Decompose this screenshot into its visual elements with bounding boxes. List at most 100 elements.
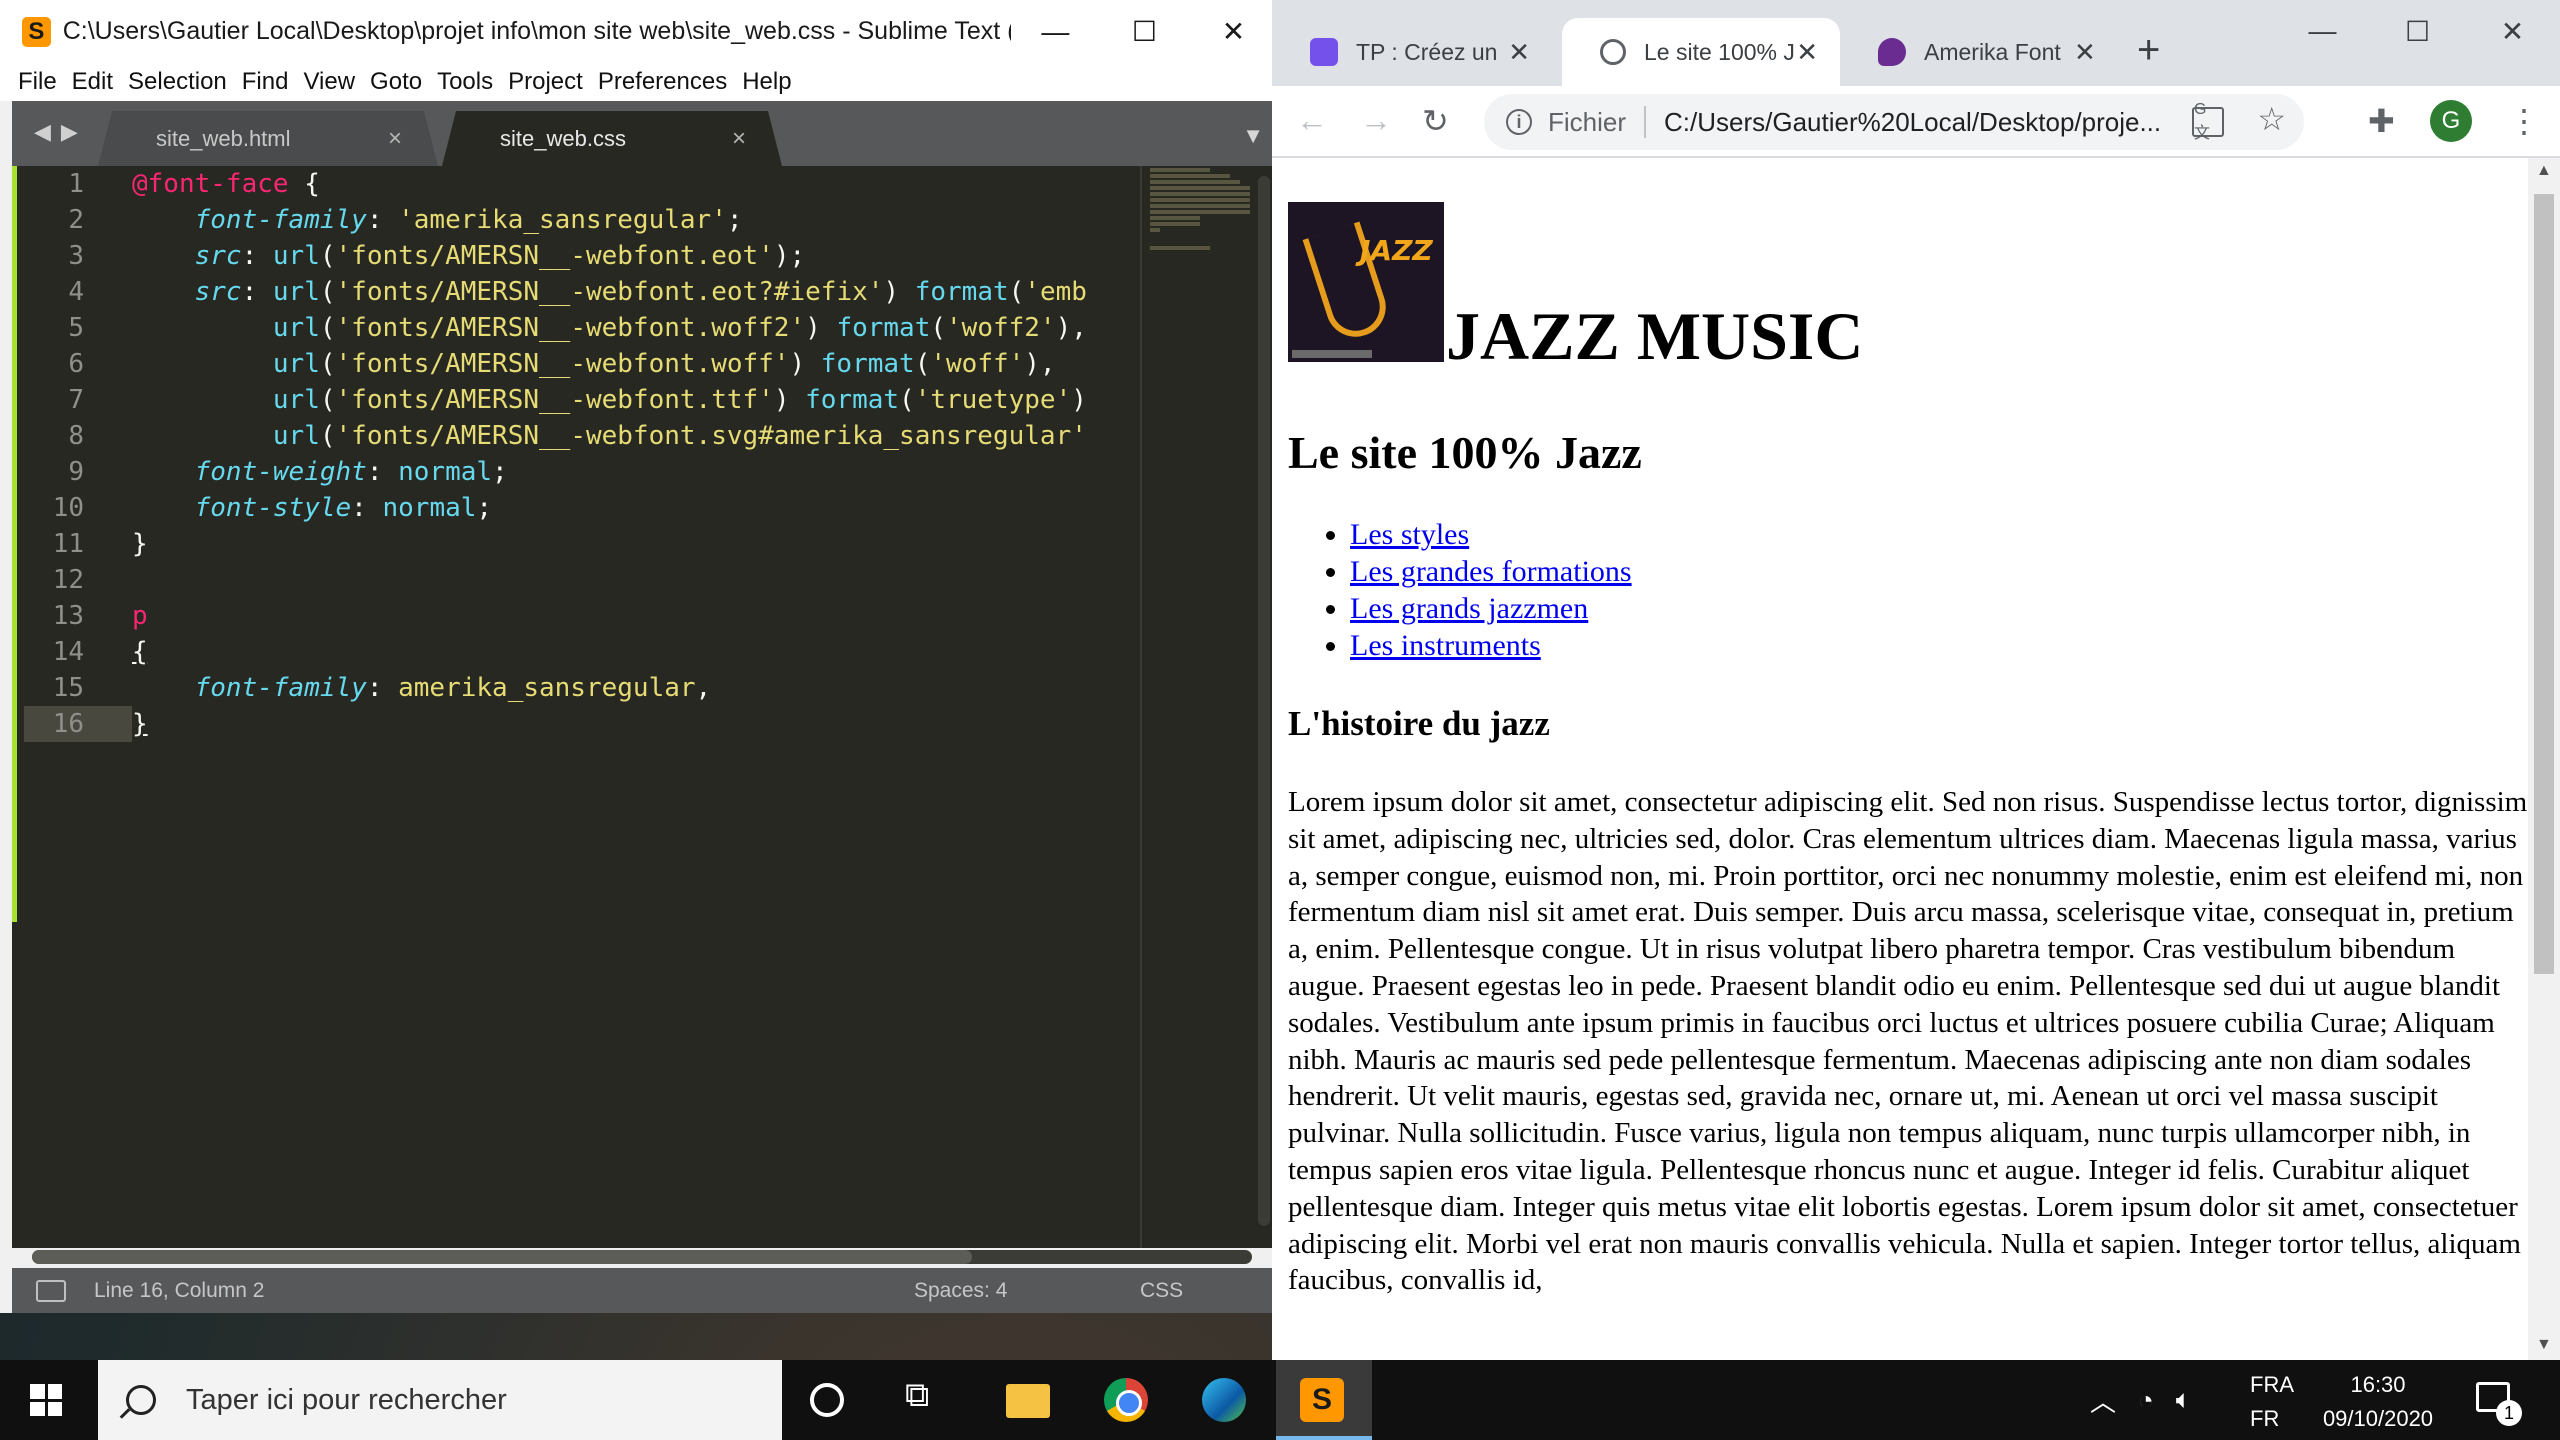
globe-icon <box>1600 39 1626 65</box>
back-arrow-icon[interactable]: ← <box>1296 102 1328 139</box>
info-icon[interactable]: i <box>1506 109 1532 135</box>
tab-close-icon[interactable]: × <box>388 125 402 153</box>
menu-find[interactable]: Find <box>242 68 289 96</box>
windows-start-icon[interactable] <box>30 1384 62 1416</box>
minimap[interactable] <box>1140 166 1270 1248</box>
fontsquirrel-icon <box>1878 38 1906 66</box>
nav-item: Les grandes formations <box>1350 553 1632 590</box>
browser-tab-openclassrooms[interactable]: TP : Créez un ✕ <box>1272 18 1552 86</box>
profile-avatar[interactable]: G <box>2430 100 2472 142</box>
nav-link-styles[interactable]: Les styles <box>1350 518 1469 551</box>
minimize-button[interactable]: — <box>2275 0 2370 62</box>
cortana-icon[interactable] <box>810 1383 844 1417</box>
browser-tab-active[interactable]: Le site 100% J ✕ <box>1562 18 1840 86</box>
scrollbar-thumb[interactable] <box>32 1250 972 1264</box>
chrome-toolbar: ← → ↻ i Fichier C:/Users/Gautier%20Local… <box>1272 86 2560 158</box>
show-hidden-icons-chevron-icon[interactable]: ︿ <box>2090 1382 2116 1419</box>
maximize-button[interactable]: ☐ <box>2370 0 2465 62</box>
nav-item: Les instruments <box>1350 627 1632 664</box>
minimap-line <box>1150 186 1250 190</box>
taskbar-search-box[interactable]: Taper ici pour rechercher <box>98 1360 782 1440</box>
line-number: 6 <box>68 349 84 379</box>
minimap-line <box>1150 174 1230 178</box>
code-line: { <box>132 637 148 667</box>
nav-link-jazzmen[interactable]: Les grands jazzmen <box>1350 592 1588 625</box>
minimap-line <box>1150 210 1250 214</box>
tab-close-icon[interactable]: ✕ <box>1508 37 1530 68</box>
more-menu-icon[interactable]: ⋮ <box>2508 102 2540 140</box>
line-number: 11 <box>52 529 84 559</box>
url-text[interactable]: C:/Users/Gautier%20Local/Desktop/proje..… <box>1664 107 2224 138</box>
sublime-text-icon: S <box>1300 1378 1344 1422</box>
menu-edit[interactable]: Edit <box>72 68 113 96</box>
sublime-statusbar: Line 16, Column 2 Spaces: 4 CSS <box>12 1268 1278 1313</box>
taskbar-sublime-active[interactable]: S <box>1276 1360 1372 1440</box>
scrollbar-thumb[interactable] <box>2534 194 2554 974</box>
minimap-line <box>1150 180 1240 184</box>
volume-icon[interactable]: 🔈︎ <box>2176 1384 2192 1416</box>
file-explorer-icon[interactable] <box>1006 1384 1050 1418</box>
section-heading: L'histoire du jazz <box>1288 704 1550 743</box>
tab-label: site_web.css <box>500 125 626 151</box>
site-nav-list: Les styles Les grandes formations Les gr… <box>1350 516 1632 664</box>
minimap-line <box>1150 204 1250 208</box>
indentation-setting[interactable]: Spaces: 4 <box>914 1279 1007 1303</box>
site-subtitle: Le site 100% Jazz <box>1288 427 1642 478</box>
taskbar-clock[interactable]: 16:30 09/10/2020 <box>2318 1368 2438 1436</box>
address-bar[interactable]: i Fichier C:/Users/Gautier%20Local/Deskt… <box>1484 94 2304 150</box>
sublime-titlebar[interactable]: S C:\Users\Gautier Local\Desktop\projet … <box>0 0 1278 63</box>
minimize-button[interactable]: — <box>1011 0 1100 63</box>
new-tab-plus-icon[interactable]: + <box>2137 28 2160 73</box>
bookmark-star-icon[interactable]: ☆ <box>2257 100 2286 138</box>
network-wifi-icon[interactable]: ◔ <box>2138 1385 2154 1416</box>
windows-taskbar: Taper ici pour rechercher ⧉ S ︿ ◔ 🔈︎ FRA… <box>0 1360 2560 1440</box>
code-line: url('fonts/AMERSN__-webfont.woff') forma… <box>272 349 1056 379</box>
tab-close-icon[interactable]: × <box>732 125 746 153</box>
code-line: src: url('fonts/AMERSN__-webfont.eot'); <box>194 241 806 271</box>
tab-nav-arrows-icon[interactable]: ◀▶ <box>34 119 88 145</box>
input-language-indicator[interactable]: FRA FR <box>2250 1368 2294 1436</box>
menu-selection[interactable]: Selection <box>128 68 227 96</box>
chrome-icon[interactable] <box>1104 1378 1148 1422</box>
editor-horizontal-scrollbar[interactable] <box>32 1250 1252 1264</box>
code-line: font-family: 'amerika_sansregular'; <box>194 205 743 235</box>
close-button[interactable]: ✕ <box>1189 0 1278 63</box>
menu-file[interactable]: File <box>18 68 57 96</box>
tab-site-web-css[interactable]: site_web.css × <box>442 111 782 166</box>
menu-help[interactable]: Help <box>742 68 791 96</box>
line-number: 5 <box>68 313 84 343</box>
translate-icon[interactable]: G文 <box>2192 101 2224 142</box>
nav-link-instruments[interactable]: Les instruments <box>1350 629 1541 662</box>
menu-goto[interactable]: Goto <box>370 68 422 96</box>
menu-project[interactable]: Project <box>508 68 583 96</box>
syntax-mode[interactable]: CSS <box>1140 1279 1183 1303</box>
search-placeholder: Taper ici pour rechercher <box>186 1383 507 1416</box>
close-button[interactable]: ✕ <box>2465 0 2560 62</box>
scroll-down-arrow-icon[interactable]: ▼ <box>2536 1336 2552 1354</box>
tab-close-icon[interactable]: ✕ <box>1796 37 1818 68</box>
scheme-label: Fichier <box>1548 106 1627 137</box>
menu-preferences[interactable]: Preferences <box>598 68 727 96</box>
jazz-logo-image: JAZZ <box>1288 202 1444 362</box>
page-vertical-scrollbar[interactable]: ▲ ▼ <box>2528 158 2560 1360</box>
nav-link-formations[interactable]: Les grandes formations <box>1350 555 1632 588</box>
edge-icon[interactable] <box>1202 1378 1246 1422</box>
extensions-puzzle-icon[interactable]: ✚ <box>2368 102 2395 140</box>
code-line: font-family: amerika_sansregular, <box>194 673 712 703</box>
panel-toggle-icon[interactable] <box>36 1279 66 1302</box>
tab-site-web-html[interactable]: site_web.html × <box>98 111 438 166</box>
task-view-icon[interactable]: ⧉ <box>905 1376 949 1420</box>
code-area[interactable]: @font-face { font-family: 'amerika_sansr… <box>132 166 1142 1248</box>
maximize-button[interactable]: ☐ <box>1100 0 1189 63</box>
cursor-position[interactable]: Line 16, Column 2 <box>94 1279 264 1303</box>
chrome-tabstrip: TP : Créez un ✕ Le site 100% J ✕ Amerika… <box>1272 0 2560 86</box>
menu-view[interactable]: View <box>303 68 355 96</box>
forward-arrow-icon[interactable]: → <box>1360 102 1392 139</box>
reload-icon[interactable]: ↻ <box>1422 102 1449 140</box>
scroll-up-arrow-icon[interactable]: ▲ <box>2536 162 2552 180</box>
site-header: JAZZ JAZZ MUSIC <box>1288 202 1864 370</box>
code-editor[interactable]: 1 2 3 4 5 6 7 8 9 10 11 12 13 14 15 16 @font-face { fon… <box>12 166 1278 1248</box>
menu-tools[interactable]: Tools <box>437 68 493 96</box>
tab-menu-chevron-down-icon[interactable]: ▼ <box>1242 123 1264 149</box>
editor-vertical-scrollbar[interactable] <box>1258 176 1270 1226</box>
